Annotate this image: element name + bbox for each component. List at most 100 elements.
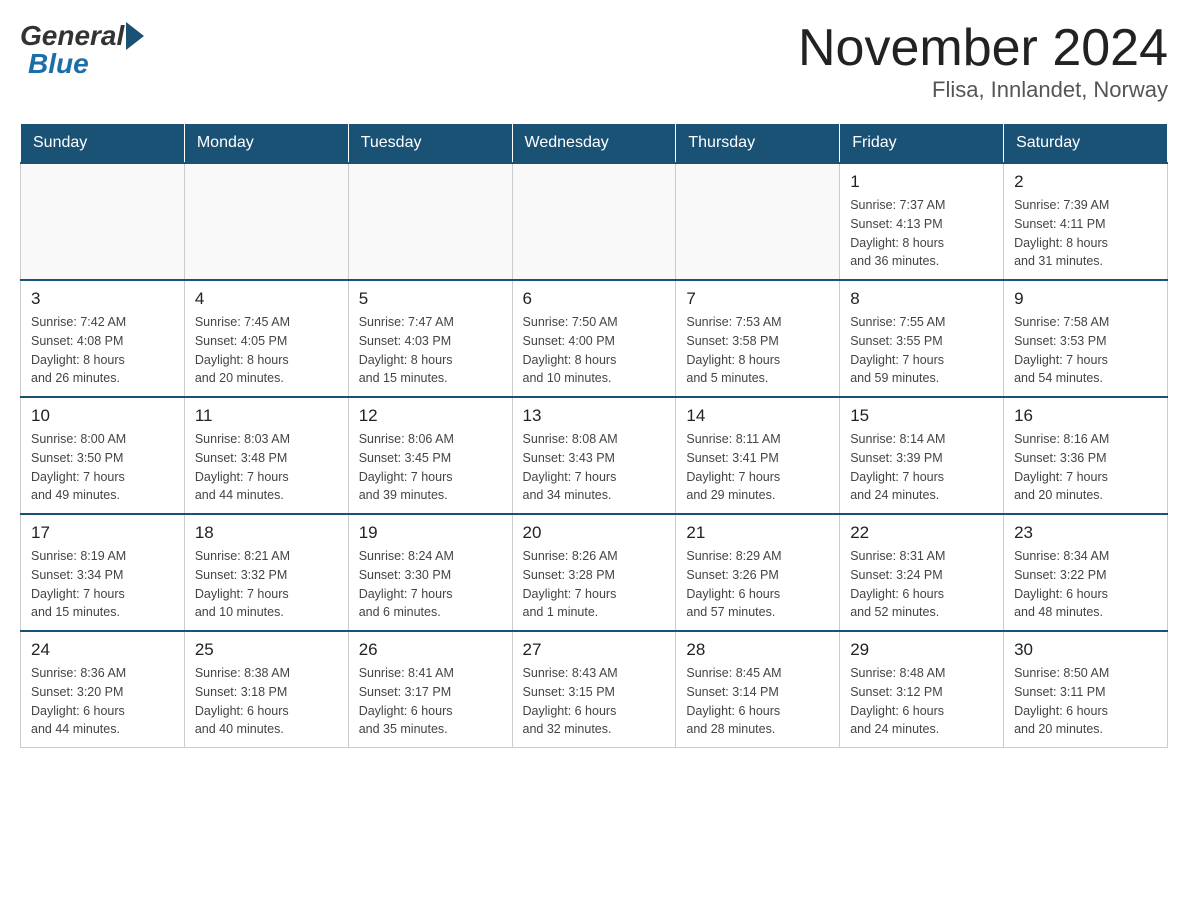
calendar-cell: 2 Sunrise: 7:39 AM Sunset: 4:11 PM Daylig… <box>1004 163 1168 280</box>
day-number: 11 <box>195 406 338 426</box>
calendar-cell: 28 Sunrise: 8:45 AM Sunset: 3:14 PM Dayli… <box>676 631 840 748</box>
location-subtitle: Flisa, Innlandet, Norway <box>798 77 1168 103</box>
day-number: 26 <box>359 640 502 660</box>
calendar-cell: 12 Sunrise: 8:06 AM Sunset: 3:45 PM Dayli… <box>348 397 512 514</box>
calendar-cell: 27 Sunrise: 8:43 AM Sunset: 3:15 PM Dayli… <box>512 631 676 748</box>
day-number: 29 <box>850 640 993 660</box>
calendar-header-row: SundayMondayTuesdayWednesdayThursdayFrid… <box>21 124 1168 164</box>
day-number: 8 <box>850 289 993 309</box>
calendar-cell: 19 Sunrise: 8:24 AM Sunset: 3:30 PM Dayli… <box>348 514 512 631</box>
week-row-2: 3 Sunrise: 7:42 AM Sunset: 4:08 PM Daylig… <box>21 280 1168 397</box>
day-info: Sunrise: 8:00 AM Sunset: 3:50 PM Dayligh… <box>31 430 174 505</box>
calendar-cell: 25 Sunrise: 8:38 AM Sunset: 3:18 PM Dayli… <box>184 631 348 748</box>
calendar-cell: 3 Sunrise: 7:42 AM Sunset: 4:08 PM Daylig… <box>21 280 185 397</box>
header-monday: Monday <box>184 124 348 164</box>
day-info: Sunrise: 8:08 AM Sunset: 3:43 PM Dayligh… <box>523 430 666 505</box>
week-row-5: 24 Sunrise: 8:36 AM Sunset: 3:20 PM Dayli… <box>21 631 1168 748</box>
day-number: 12 <box>359 406 502 426</box>
calendar-cell <box>21 163 185 280</box>
day-number: 18 <box>195 523 338 543</box>
day-number: 14 <box>686 406 829 426</box>
day-number: 17 <box>31 523 174 543</box>
calendar-cell: 1Sunrise: 7:37 AM Sunset: 4:13 PM Daylig… <box>840 163 1004 280</box>
day-info: Sunrise: 8:38 AM Sunset: 3:18 PM Dayligh… <box>195 664 338 739</box>
day-number: 30 <box>1014 640 1157 660</box>
calendar-cell: 10 Sunrise: 8:00 AM Sunset: 3:50 PM Dayli… <box>21 397 185 514</box>
calendar-cell: 18 Sunrise: 8:21 AM Sunset: 3:32 PM Dayli… <box>184 514 348 631</box>
day-info: Sunrise: 8:43 AM Sunset: 3:15 PM Dayligh… <box>523 664 666 739</box>
header-friday: Friday <box>840 124 1004 164</box>
day-info: Sunrise: 7:47 AM Sunset: 4:03 PM Dayligh… <box>359 313 502 388</box>
day-info: Sunrise: 8:31 AM Sunset: 3:24 PM Dayligh… <box>850 547 993 622</box>
week-row-4: 17 Sunrise: 8:19 AM Sunset: 3:34 PM Dayli… <box>21 514 1168 631</box>
logo-blue-text: Blue <box>28 48 89 79</box>
day-number: 16 <box>1014 406 1157 426</box>
day-info: Sunrise: 8:45 AM Sunset: 3:14 PM Dayligh… <box>686 664 829 739</box>
day-number: 24 <box>31 640 174 660</box>
calendar-cell: 29 Sunrise: 8:48 AM Sunset: 3:12 PM Dayli… <box>840 631 1004 748</box>
day-info: Sunrise: 7:50 AM Sunset: 4:00 PM Dayligh… <box>523 313 666 388</box>
day-info: Sunrise: 7:53 AM Sunset: 3:58 PM Dayligh… <box>686 313 829 388</box>
day-number: 27 <box>523 640 666 660</box>
day-info: Sunrise: 8:16 AM Sunset: 3:36 PM Dayligh… <box>1014 430 1157 505</box>
day-info: Sunrise: 8:41 AM Sunset: 3:17 PM Dayligh… <box>359 664 502 739</box>
logo-arrow-icon <box>126 22 144 50</box>
day-number: 13 <box>523 406 666 426</box>
day-number: 19 <box>359 523 502 543</box>
calendar-cell: 17 Sunrise: 8:19 AM Sunset: 3:34 PM Dayli… <box>21 514 185 631</box>
calendar-cell: 15Sunrise: 8:14 AM Sunset: 3:39 PM Dayli… <box>840 397 1004 514</box>
title-section: November 2024 Flisa, Innlandet, Norway <box>798 20 1168 103</box>
day-info: Sunrise: 8:06 AM Sunset: 3:45 PM Dayligh… <box>359 430 502 505</box>
calendar-cell: 20Sunrise: 8:26 AM Sunset: 3:28 PM Dayli… <box>512 514 676 631</box>
calendar-cell: 30Sunrise: 8:50 AM Sunset: 3:11 PM Dayli… <box>1004 631 1168 748</box>
day-info: Sunrise: 8:21 AM Sunset: 3:32 PM Dayligh… <box>195 547 338 622</box>
page-header: General Blue November 2024 Flisa, Innlan… <box>20 20 1168 103</box>
day-number: 7 <box>686 289 829 309</box>
calendar-cell: 22Sunrise: 8:31 AM Sunset: 3:24 PM Dayli… <box>840 514 1004 631</box>
calendar-cell: 16 Sunrise: 8:16 AM Sunset: 3:36 PM Dayli… <box>1004 397 1168 514</box>
day-number: 21 <box>686 523 829 543</box>
day-number: 20 <box>523 523 666 543</box>
day-info: Sunrise: 7:42 AM Sunset: 4:08 PM Dayligh… <box>31 313 174 388</box>
day-info: Sunrise: 8:19 AM Sunset: 3:34 PM Dayligh… <box>31 547 174 622</box>
day-number: 25 <box>195 640 338 660</box>
header-thursday: Thursday <box>676 124 840 164</box>
calendar-cell: 9 Sunrise: 7:58 AM Sunset: 3:53 PM Daylig… <box>1004 280 1168 397</box>
day-info: Sunrise: 8:24 AM Sunset: 3:30 PM Dayligh… <box>359 547 502 622</box>
header-tuesday: Tuesday <box>348 124 512 164</box>
calendar-cell: 11 Sunrise: 8:03 AM Sunset: 3:48 PM Dayli… <box>184 397 348 514</box>
day-number: 2 <box>1014 172 1157 192</box>
day-info: Sunrise: 8:29 AM Sunset: 3:26 PM Dayligh… <box>686 547 829 622</box>
calendar-cell: 4Sunrise: 7:45 AM Sunset: 4:05 PM Daylig… <box>184 280 348 397</box>
week-row-1: 1Sunrise: 7:37 AM Sunset: 4:13 PM Daylig… <box>21 163 1168 280</box>
calendar-cell: 23Sunrise: 8:34 AM Sunset: 3:22 PM Dayli… <box>1004 514 1168 631</box>
day-info: Sunrise: 8:48 AM Sunset: 3:12 PM Dayligh… <box>850 664 993 739</box>
day-number: 28 <box>686 640 829 660</box>
logo: General Blue <box>20 20 144 80</box>
day-number: 5 <box>359 289 502 309</box>
day-number: 6 <box>523 289 666 309</box>
day-info: Sunrise: 7:39 AM Sunset: 4:11 PM Dayligh… <box>1014 196 1157 271</box>
day-info: Sunrise: 7:58 AM Sunset: 3:53 PM Dayligh… <box>1014 313 1157 388</box>
calendar-cell: 24 Sunrise: 8:36 AM Sunset: 3:20 PM Dayli… <box>21 631 185 748</box>
day-number: 9 <box>1014 289 1157 309</box>
day-info: Sunrise: 8:36 AM Sunset: 3:20 PM Dayligh… <box>31 664 174 739</box>
calendar-cell: 13 Sunrise: 8:08 AM Sunset: 3:43 PM Dayli… <box>512 397 676 514</box>
calendar-cell <box>184 163 348 280</box>
day-number: 10 <box>31 406 174 426</box>
calendar-cell: 7 Sunrise: 7:53 AM Sunset: 3:58 PM Daylig… <box>676 280 840 397</box>
day-info: Sunrise: 8:11 AM Sunset: 3:41 PM Dayligh… <box>686 430 829 505</box>
calendar-table: SundayMondayTuesdayWednesdayThursdayFrid… <box>20 123 1168 748</box>
calendar-cell <box>676 163 840 280</box>
week-row-3: 10 Sunrise: 8:00 AM Sunset: 3:50 PM Dayli… <box>21 397 1168 514</box>
day-number: 3 <box>31 289 174 309</box>
day-info: Sunrise: 8:03 AM Sunset: 3:48 PM Dayligh… <box>195 430 338 505</box>
header-sunday: Sunday <box>21 124 185 164</box>
day-number: 15 <box>850 406 993 426</box>
calendar-cell: 26 Sunrise: 8:41 AM Sunset: 3:17 PM Dayli… <box>348 631 512 748</box>
calendar-cell <box>512 163 676 280</box>
day-number: 4 <box>195 289 338 309</box>
calendar-cell: 14 Sunrise: 8:11 AM Sunset: 3:41 PM Dayli… <box>676 397 840 514</box>
header-wednesday: Wednesday <box>512 124 676 164</box>
day-info: Sunrise: 8:34 AM Sunset: 3:22 PM Dayligh… <box>1014 547 1157 622</box>
